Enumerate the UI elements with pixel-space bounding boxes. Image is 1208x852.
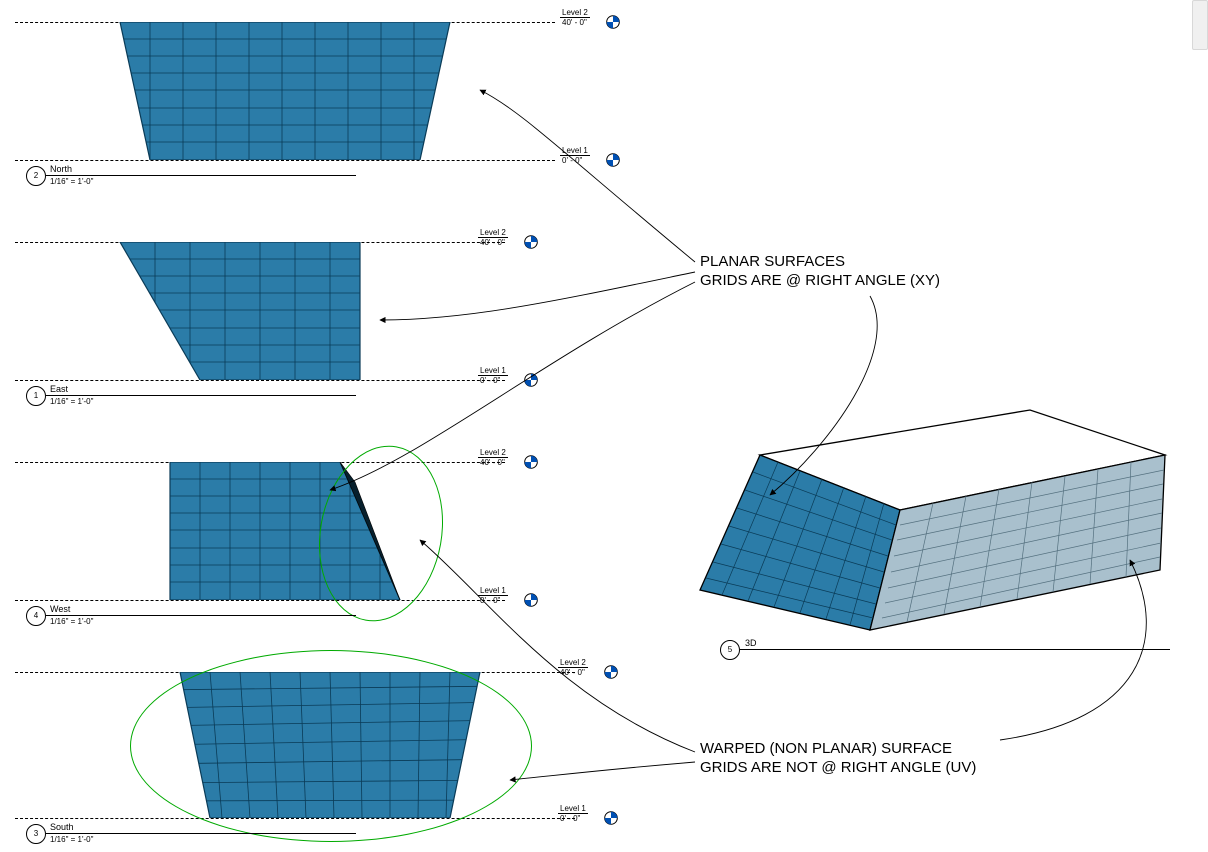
isometric-3d — [660, 400, 1180, 660]
level-line-bottom — [15, 600, 505, 601]
level-marker-icon — [524, 455, 538, 469]
annotation-planar: PLANAR SURFACES GRIDS ARE @ RIGHT ANGLE … — [700, 253, 940, 291]
east-panel — [110, 242, 370, 380]
view-bubble: 4 — [26, 606, 46, 626]
level-line-bottom — [15, 160, 555, 161]
view-scale: 1/16" = 1'-0" — [50, 617, 93, 626]
view-title: West — [50, 604, 70, 614]
west-panel — [160, 462, 410, 600]
level-marker-icon — [606, 153, 620, 167]
annotation-line: GRIDS ARE NOT @ RIGHT ANGLE (UV) — [700, 759, 976, 778]
view-title-line-3d — [740, 649, 1170, 650]
view-bubble: 1 — [26, 386, 46, 406]
level-marker-icon — [604, 665, 618, 679]
level-name: Level 1 — [560, 146, 590, 156]
view-title-line — [46, 833, 356, 834]
level-marker-icon — [524, 373, 538, 387]
level-name: Level 2 — [560, 8, 590, 18]
level-marker-icon — [524, 593, 538, 607]
view-title: North — [50, 164, 72, 174]
view-number: 2 — [34, 171, 38, 180]
annotation-line: GRIDS ARE @ RIGHT ANGLE (XY) — [700, 272, 940, 291]
view-title-3d: 3D — [745, 638, 757, 648]
view-bubble: 2 — [26, 166, 46, 186]
view-scale: 1/16" = 1'-0" — [50, 835, 93, 844]
view-scale: 1/16" = 1'-0" — [50, 397, 93, 406]
view-bubble: 3 — [26, 824, 46, 844]
view-bubble-3d: 5 — [720, 640, 740, 660]
elevation-east: Level 240' - 0" Level 10' - 0" 1 East 1/… — [10, 220, 610, 410]
level-label-top: Level 240' - 0" — [478, 228, 508, 247]
annotation-line: WARPED (NON PLANAR) SURFACE — [700, 740, 976, 759]
elevation-north: Level 2 40' - 0" Level 1 0' - 0" — [10, 0, 610, 190]
view-title: East — [50, 384, 68, 394]
north-panel — [100, 22, 470, 160]
level-label-bottom: Level 10' - 0" — [478, 366, 508, 385]
level-label-bottom: Level 10' - 0" — [478, 586, 508, 605]
level-line-bottom — [15, 818, 575, 819]
level-label-bottom: Level 1 0' - 0" — [560, 146, 590, 165]
annotation-line: PLANAR SURFACES — [700, 253, 940, 272]
level-elev: 40' - 0" — [560, 18, 590, 27]
level-marker-icon — [524, 235, 538, 249]
level-marker-icon — [604, 811, 618, 825]
view-title: South — [50, 822, 74, 832]
scrollbar-stub — [1192, 0, 1208, 50]
level-label-bottom: Level 10' - 0" — [558, 804, 588, 823]
elevation-south: Level 240' - 0" Level 10' - 0" — [10, 650, 610, 850]
level-line-bottom — [15, 380, 505, 381]
elevation-west: Level 240' - 0" Level 10' - 0" 4 — [10, 440, 610, 630]
view-title-line — [46, 395, 356, 396]
level-label-top: Level 240' - 0" — [558, 658, 588, 677]
level-label-top: Level 2 40' - 0" — [560, 8, 590, 27]
south-panel — [150, 672, 510, 818]
level-elev: 0' - 0" — [560, 156, 590, 165]
annotation-warped: WARPED (NON PLANAR) SURFACE GRIDS ARE NO… — [700, 740, 976, 778]
level-marker-icon — [606, 15, 620, 29]
view-scale: 1/16" = 1'-0" — [50, 177, 93, 186]
level-label-top: Level 240' - 0" — [478, 448, 508, 467]
view-title-line — [46, 615, 356, 616]
drawing-canvas: Level 2 40' - 0" Level 1 0' - 0" — [0, 0, 1208, 852]
view-title-line — [46, 175, 356, 176]
